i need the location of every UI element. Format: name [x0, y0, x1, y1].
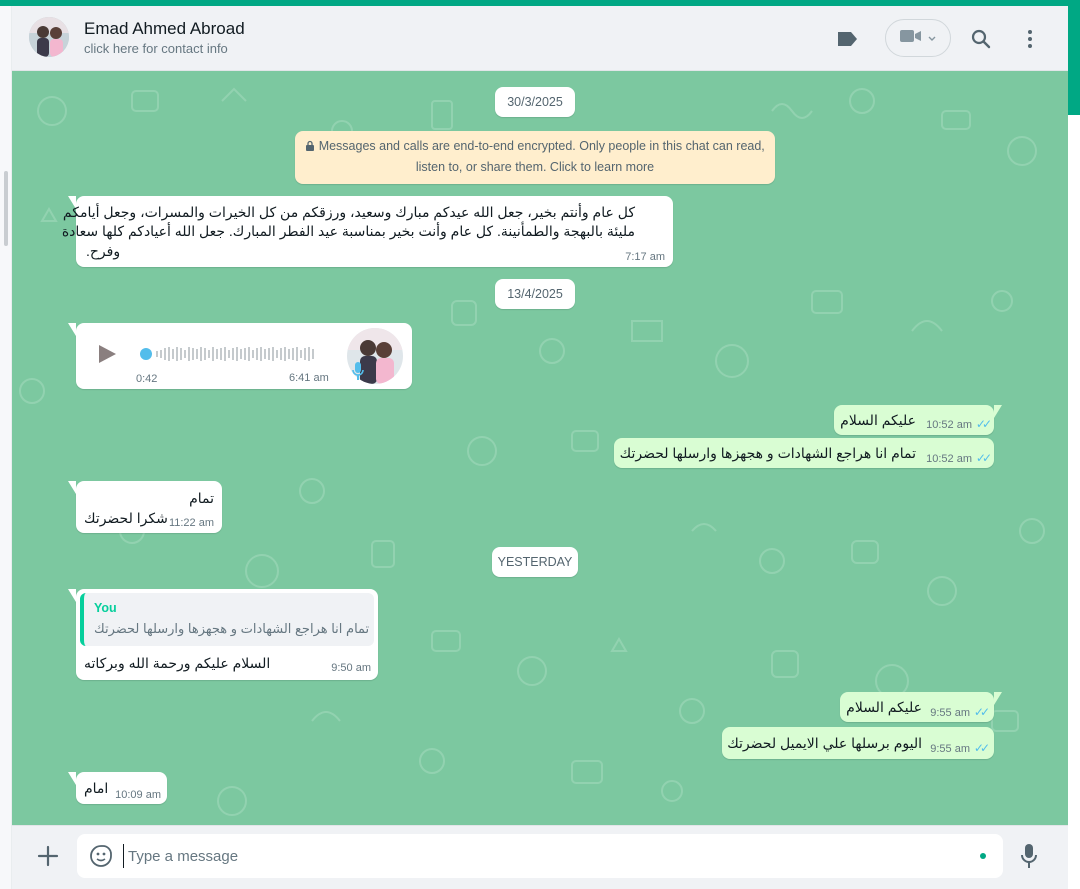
message-time: 10:09 am [115, 789, 161, 801]
chat-messages-area[interactable]: 30/3/2025 Messages and calls are end-to-… [12, 71, 1068, 825]
attach-plus-icon[interactable] [37, 845, 59, 872]
chevron-down-icon [928, 29, 936, 47]
left-scrollbar[interactable] [4, 171, 8, 246]
lock-icon [305, 139, 318, 153]
message-bubble-incoming[interactable]: كل عام وأنتم بخير، جعل الله عيدكم مبارك … [62, 196, 673, 267]
label-icon[interactable] [834, 26, 860, 52]
message-text: عليكم السلام [840, 412, 916, 428]
encryption-notice[interactable]: Messages and calls are end-to-end encryp… [295, 131, 775, 184]
message-time: 9:50 am [331, 662, 371, 674]
play-icon[interactable] [96, 343, 118, 368]
message-text: امام [84, 780, 109, 796]
contact-info-hint[interactable]: click here for contact info [84, 41, 228, 56]
message-text: اليوم برسلها علي الايميل لحضرتك [727, 735, 922, 751]
message-text: السلام عليكم ورحمة الله وبركاته [84, 655, 271, 671]
message-time: 9:55 am [930, 743, 970, 755]
microphone-icon [351, 361, 365, 384]
message-text: مليئة بالبهجة والطمأنينة. كل عام وأنت بخ… [61, 223, 635, 239]
quoted-text: تمام انا هراجع الشهادات و هجهزها وارسلها… [94, 621, 370, 636]
message-bubble-incoming[interactable]: امام 10:09 am [68, 772, 167, 804]
message-bubble-incoming[interactable]: تمام شكرا لحضرتك 11:22 am [68, 481, 222, 533]
message-time: 10:52 am [926, 453, 972, 465]
message-text: وفرح. [86, 243, 121, 259]
read-ticks-icon: ✓✓ [973, 705, 990, 719]
date-divider: YESTERDAY [492, 547, 578, 577]
encryption-notice-line2: listen to, or share them. Click to learn… [415, 160, 655, 174]
input-status-dot [980, 853, 986, 859]
message-time: 6:41 am [289, 372, 329, 384]
message-composer-bar [12, 825, 1068, 889]
message-bubble-outgoing[interactable]: اليوم برسلها علي الايميل لحضرتك 9:55 am … [722, 727, 994, 759]
quoted-author: You [94, 601, 117, 615]
message-time: 10:52 am [926, 419, 972, 431]
message-text: عليكم السلام [846, 699, 922, 715]
message-bubble-outgoing[interactable]: عليكم السلام 9:55 am ✓✓ [840, 692, 1002, 722]
voice-waveform[interactable] [140, 345, 322, 363]
message-text: تمام [189, 490, 214, 506]
message-time: 7:17 am [625, 251, 665, 263]
right-accent-bar [1068, 6, 1080, 115]
message-text: شكرا لحضرتك [84, 510, 168, 526]
left-panel-edge [0, 6, 12, 889]
message-input[interactable] [123, 844, 943, 868]
contact-avatar[interactable] [29, 17, 69, 57]
message-bubble-outgoing[interactable]: عليكم السلام 10:52 am ✓✓ [834, 405, 1002, 435]
message-time: 11:22 am [168, 517, 214, 529]
voice-message-bubble[interactable]: 0:42 6:41 am [68, 323, 412, 389]
voice-duration: 0:42 [136, 373, 158, 385]
read-ticks-icon: ✓✓ [975, 451, 992, 465]
message-bubble-outgoing[interactable]: تمام انا هراجع الشهادات و هجهزها وارسلها… [614, 438, 994, 468]
quoted-message[interactable]: You تمام انا هراجع الشهادات و هجهزها وار… [80, 593, 374, 646]
read-ticks-icon: ✓✓ [975, 417, 992, 431]
date-divider: 30/3/2025 [495, 87, 575, 117]
encryption-notice-line1: Messages and calls are end-to-end encryp… [318, 139, 765, 153]
sticker-emoji-icon[interactable] [90, 845, 112, 872]
message-text: تمام انا هراجع الشهادات و هجهزها وارسلها… [619, 445, 916, 461]
search-icon[interactable] [968, 26, 994, 52]
message-input-box[interactable] [77, 834, 1003, 878]
read-ticks-icon: ✓✓ [973, 741, 990, 755]
menu-icon[interactable] [1017, 26, 1043, 52]
message-time: 9:55 am [930, 707, 970, 719]
message-text: كل عام وأنتم بخير، جعل الله عيدكم مبارك … [62, 204, 635, 220]
microphone-icon[interactable] [1020, 843, 1038, 874]
contact-name[interactable]: Emad Ahmed Abroad [84, 19, 245, 39]
date-divider: 13/4/2025 [495, 279, 575, 309]
chat-header[interactable]: Emad Ahmed Abroad click here for contact… [12, 6, 1068, 71]
message-bubble-incoming[interactable]: You تمام انا هراجع الشهادات و هجهزها وار… [68, 589, 378, 680]
video-call-icon [900, 29, 922, 48]
video-call-button[interactable] [885, 19, 951, 57]
